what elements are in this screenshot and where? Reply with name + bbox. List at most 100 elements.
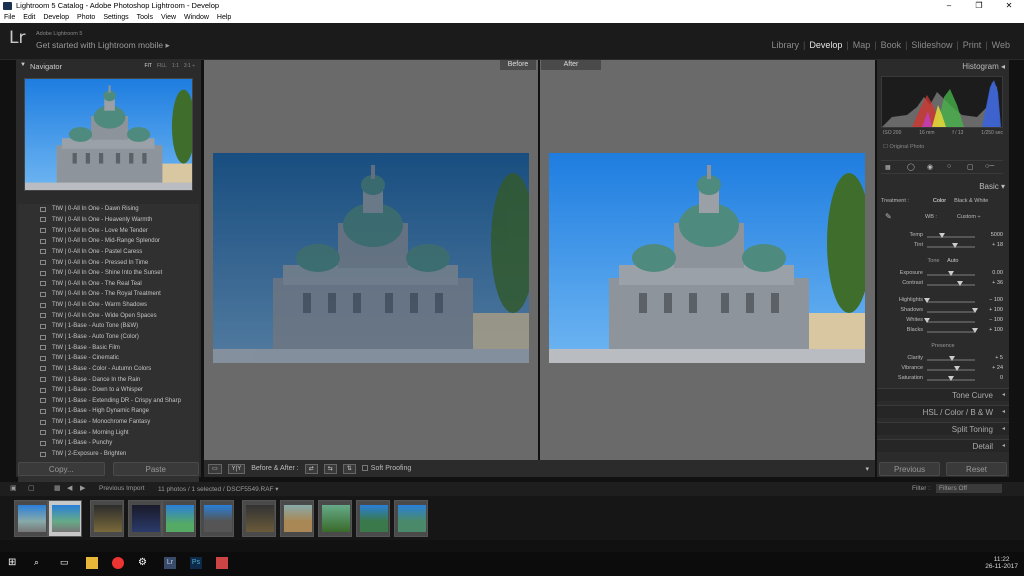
back-arrow-icon[interactable]: ◀ (67, 484, 72, 492)
menu-file[interactable]: File (4, 12, 15, 23)
photoshop-taskbar-icon[interactable]: Ps (190, 557, 202, 569)
thumbnail[interactable] (318, 500, 352, 537)
menu-develop[interactable]: Develop (43, 12, 69, 23)
slider-knob[interactable] (956, 281, 963, 286)
zoom-1-1[interactable]: 1:1 (172, 63, 179, 69)
thumbnail[interactable] (394, 500, 428, 537)
after-photo[interactable] (549, 153, 865, 363)
slider-blacks[interactable]: Blacks + 100 (877, 327, 1009, 336)
slider-saturation[interactable]: Saturation 0 (877, 375, 1009, 384)
menu-help[interactable]: Help (217, 12, 231, 23)
thumbnail[interactable] (14, 500, 48, 537)
preset-item[interactable]: TtW | 1-Base - Morning Light (18, 427, 199, 438)
preset-item[interactable]: TtW | 1-Base - Cinematic (18, 353, 199, 364)
file-explorer-icon[interactable] (86, 557, 98, 569)
minimize-button[interactable]: – (934, 0, 964, 12)
slider-track[interactable] (927, 331, 975, 333)
preset-item[interactable]: TtW | 0-All In One - Dawn Rising (18, 204, 199, 215)
soft-proofing-toggle[interactable]: Soft Proofing (361, 465, 411, 472)
before-after-mode-button[interactable]: Y|Y (227, 463, 246, 474)
slider-whites[interactable]: Whites − 100 (877, 317, 1009, 326)
reset-button[interactable]: Reset (946, 462, 1007, 476)
menu-settings[interactable]: Settings (103, 12, 128, 23)
maximize-button[interactable]: ❐ (964, 0, 994, 12)
filter-dropdown[interactable]: Filters Off (936, 484, 1002, 493)
slider-knob[interactable] (948, 271, 954, 276)
slider-knob[interactable] (948, 376, 954, 381)
slider-knob[interactable] (948, 356, 955, 361)
zoom-fill[interactable]: FILL (157, 63, 167, 69)
slider-tint[interactable]: Tint + 18 (877, 242, 1009, 251)
copy-after-to-before-icon[interactable]: ⇆ (323, 463, 337, 474)
slider-track[interactable] (927, 284, 975, 286)
preset-item[interactable]: TtW | 1-Base - High Dynamic Range (18, 406, 199, 417)
slider-track[interactable] (927, 311, 975, 313)
swap-icon[interactable]: ⇅ (342, 463, 356, 474)
module-develop[interactable]: Develop (805, 40, 846, 50)
slider-knob[interactable] (972, 308, 978, 313)
slider-track[interactable] (927, 369, 975, 371)
task-view-icon[interactable]: ▭ (60, 557, 72, 569)
preset-item[interactable]: TtW | 1-Base - Monochrome Fantasy (18, 417, 199, 428)
slider-knob[interactable] (924, 318, 930, 323)
slider-value[interactable]: + 18 (992, 242, 1003, 248)
detail-panel[interactable]: Detail ◂ (877, 439, 1009, 452)
monitor-1-icon[interactable]: ▣ (10, 484, 17, 492)
slider-track[interactable] (927, 301, 975, 303)
module-slideshow[interactable]: Slideshow (907, 40, 956, 50)
preset-item[interactable]: TtW | 0-All In One - Wide Open Spaces (18, 310, 199, 321)
windows-start-icon[interactable]: ⊞ (8, 557, 20, 569)
forward-arrow-icon[interactable]: ▶ (80, 484, 85, 492)
preset-item[interactable]: TtW | 0-All In One - The Real Teal (18, 278, 199, 289)
tone-curve-panel[interactable]: Tone Curve ◂ (877, 388, 1009, 401)
thumbnail[interactable] (280, 500, 314, 537)
preset-item[interactable]: TtW | 0-All In One - Shine Into the Suns… (18, 268, 199, 279)
slider-value[interactable]: − 100 (989, 297, 1003, 303)
slider-value[interactable]: + 36 (992, 280, 1003, 286)
monitor-2-icon[interactable]: ▢ (28, 484, 35, 492)
preset-item[interactable]: TtW | 0-All In One - Mid-Range Splendor (18, 236, 199, 247)
photo-count[interactable]: 11 photos / 1 selected / DSCF5549.RAF ▾ (158, 485, 279, 493)
thumbnail[interactable] (128, 500, 162, 537)
settings-gear-icon[interactable]: ⚙ (138, 557, 150, 569)
menu-tools[interactable]: Tools (137, 12, 153, 23)
thumbnail[interactable] (356, 500, 390, 537)
preset-item[interactable]: TtW | 1-Base - Dance In the Rain (18, 374, 199, 385)
slider-knob[interactable] (951, 243, 958, 248)
preset-item[interactable]: TtW | 1-Base - Basic Film (18, 342, 199, 353)
menu-view[interactable]: View (161, 12, 176, 23)
preset-item[interactable]: TtW | 0-All In One - The Royal Treatment (18, 289, 199, 300)
menu-edit[interactable]: Edit (23, 12, 35, 23)
grid-view-icon[interactable]: ▦ (54, 484, 61, 492)
thumbnail[interactable] (242, 500, 276, 537)
slider-value[interactable]: + 100 (989, 327, 1003, 333)
before-photo[interactable] (213, 153, 529, 363)
source-label[interactable]: Previous Import (99, 485, 145, 492)
slider-knob[interactable] (924, 298, 930, 303)
previous-button[interactable]: Previous (879, 462, 940, 476)
app-icon[interactable] (216, 557, 228, 569)
preset-item[interactable]: TtW | 1-Base - Auto Tone (B&W) (18, 321, 199, 332)
copy-before-to-after-icon[interactable]: ⇄ (304, 463, 318, 474)
slider-knob[interactable] (972, 328, 978, 333)
slider-value[interactable]: 5000 (991, 232, 1003, 238)
collapse-triangle-icon[interactable]: ▼ (20, 62, 26, 68)
slider-temp[interactable]: Temp 5000 (877, 232, 1009, 241)
slider-knob[interactable] (939, 233, 946, 238)
slider-knob[interactable] (953, 366, 960, 371)
slider-track[interactable] (927, 236, 975, 238)
slider-value[interactable]: + 24 (992, 365, 1003, 371)
menu-window[interactable]: Window (184, 12, 209, 23)
slider-exposure[interactable]: Exposure 0.00 (877, 270, 1009, 279)
preset-item[interactable]: TtW | 0-All In One - Love Me Tender (18, 225, 199, 236)
slider-value[interactable]: 0.00 (992, 270, 1003, 276)
preset-item[interactable]: TtW | 1-Base - Color - Autumn Colors (18, 364, 199, 375)
module-book[interactable]: Book (877, 40, 906, 50)
zoom-fit[interactable]: FIT (144, 63, 152, 69)
close-button[interactable]: ✕ (994, 0, 1024, 12)
preset-item[interactable]: TtW | 1-Base - Down to a Whisper (18, 385, 199, 396)
slider-clarity[interactable]: Clarity + 5 (877, 355, 1009, 364)
navigator-header[interactable]: ▼ Navigator FIT FILL 1:1 3:1 ÷ (16, 60, 201, 73)
slider-value[interactable]: − 100 (989, 317, 1003, 323)
loupe-view-button[interactable]: ▭ (208, 463, 222, 474)
